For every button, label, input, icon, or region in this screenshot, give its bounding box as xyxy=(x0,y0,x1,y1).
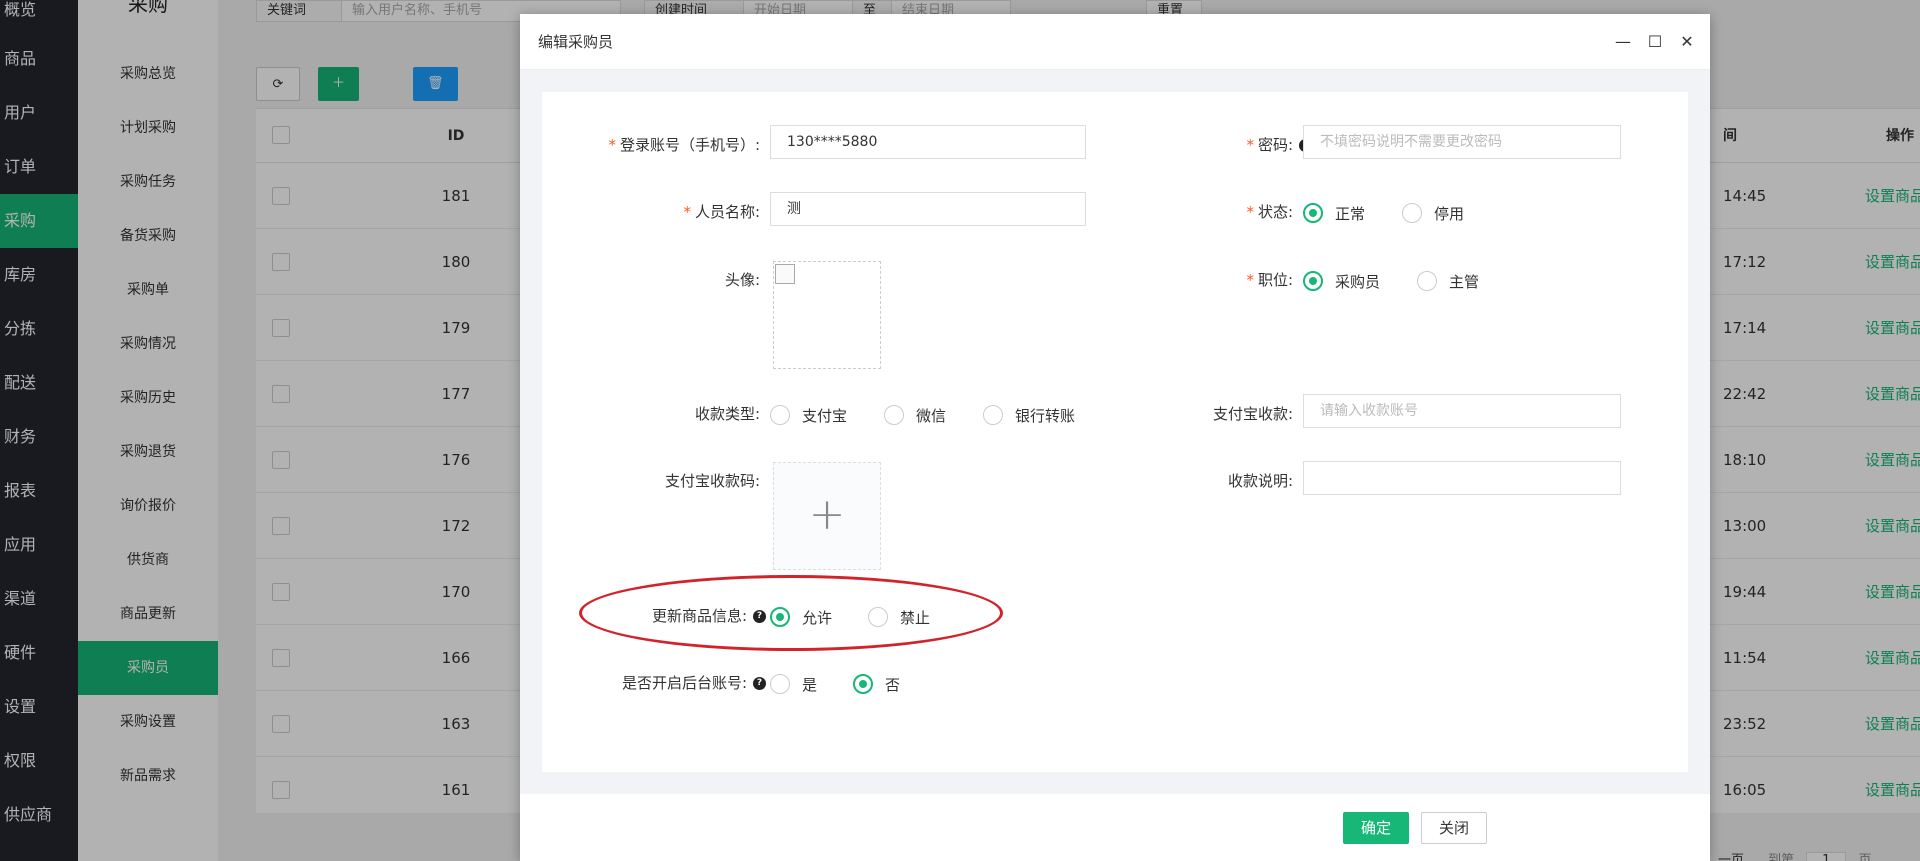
avatar-label: 头像: xyxy=(724,271,760,289)
backend-no-radio[interactable]: 否 xyxy=(853,673,900,695)
status-label: * 状态: xyxy=(1246,203,1293,221)
plus-icon: + xyxy=(808,489,846,540)
backend-account-label: 是否开启后台账号:? xyxy=(572,672,766,693)
pay-alipay-radio[interactable]: 支付宝 xyxy=(770,404,847,426)
alipay-account-label: 支付宝收款: xyxy=(1212,405,1293,423)
buyer-form: *登录账号（手机号）: 130****5880 *密码:? 不填密码说明不需要更… xyxy=(542,92,1688,772)
note-input[interactable] xyxy=(1303,461,1621,495)
login-input[interactable]: 130****5880 xyxy=(770,125,1086,159)
highlight-annotation xyxy=(579,575,1003,651)
help-icon[interactable]: ? xyxy=(753,677,766,690)
position-label: * 职位: xyxy=(1246,271,1293,289)
dialog-header: 编辑采购员 — ☐ ✕ xyxy=(520,14,1710,70)
alipay-qr-upload[interactable]: + xyxy=(773,462,881,570)
name-input[interactable]: 测 xyxy=(770,192,1086,226)
status-normal-radio[interactable]: 正常 xyxy=(1303,202,1365,224)
close-icon[interactable]: ✕ xyxy=(1678,14,1696,70)
close-button[interactable]: 关闭 xyxy=(1421,812,1487,844)
position-manager-radio[interactable]: 主管 xyxy=(1417,270,1479,292)
alipay-account-input[interactable]: 请输入收款账号 xyxy=(1303,394,1621,428)
minimize-icon[interactable]: — xyxy=(1614,14,1632,70)
login-label: * 登录账号（手机号）: xyxy=(608,136,760,154)
dialog-body: *登录账号（手机号）: 130****5880 *密码:? 不填密码说明不需要更… xyxy=(520,70,1710,794)
alipay-qr-label: 支付宝收款码: xyxy=(664,472,760,490)
broken-image-icon xyxy=(775,264,795,284)
password-input[interactable]: 不填密码说明不需要更改密码 xyxy=(1303,125,1621,159)
note-label: 收款说明: xyxy=(1227,472,1293,490)
avatar-image[interactable] xyxy=(773,261,881,369)
pay-wechat-radio[interactable]: 微信 xyxy=(884,404,946,426)
status-disabled-radio[interactable]: 停用 xyxy=(1402,202,1464,224)
maximize-icon[interactable]: ☐ xyxy=(1646,14,1664,70)
dialog-title: 编辑采购员 xyxy=(538,33,614,51)
password-label: *密码:? xyxy=(1192,134,1312,155)
backend-yes-radio[interactable]: 是 xyxy=(770,673,817,695)
payment-type-label: 收款类型: xyxy=(694,405,760,423)
position-buyer-radio[interactable]: 采购员 xyxy=(1303,270,1380,292)
confirm-button[interactable]: 确定 xyxy=(1343,812,1409,844)
edit-buyer-dialog: 编辑采购员 — ☐ ✕ * 登录账号（手机号）: 130****5880 * 密码:… xyxy=(520,14,1710,861)
pay-bank-radio[interactable]: 银行转账 xyxy=(983,404,1075,426)
name-label: * 人员名称: xyxy=(683,203,760,221)
